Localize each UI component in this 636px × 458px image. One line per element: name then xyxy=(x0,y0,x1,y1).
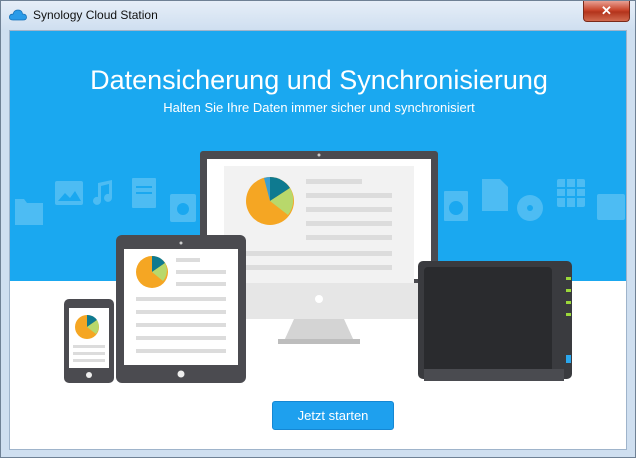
video-icon xyxy=(170,194,196,222)
disc-icon xyxy=(517,195,543,221)
document-icon xyxy=(132,178,156,208)
page-title: Datensicherung und Synchronisierung xyxy=(90,65,548,95)
window-title: Synology Cloud Station xyxy=(33,8,158,22)
folder-icon xyxy=(15,199,43,225)
page-subtitle: Halten Sie Ihre Daten immer sicher und s… xyxy=(163,100,475,115)
nas-server xyxy=(418,261,572,381)
music-icon xyxy=(93,180,112,205)
start-button[interactable]: Jetzt starten xyxy=(272,401,394,430)
image-icon xyxy=(55,181,83,205)
pdf-icon xyxy=(482,179,508,211)
app-window: Synology Cloud Station ✕ Datensicherung … xyxy=(0,0,636,458)
globe-file-icon xyxy=(444,191,468,221)
tablet xyxy=(116,235,246,383)
title-bar[interactable]: Synology Cloud Station ✕ xyxy=(1,1,635,30)
package-icon xyxy=(597,194,625,220)
cloud-icon xyxy=(9,9,27,21)
spreadsheet-icon xyxy=(557,179,585,207)
welcome-panel: Datensicherung und Synchronisierung Halt… xyxy=(9,30,627,450)
close-button[interactable]: ✕ xyxy=(583,1,630,22)
phone xyxy=(64,299,114,383)
close-icon: ✕ xyxy=(601,3,612,18)
